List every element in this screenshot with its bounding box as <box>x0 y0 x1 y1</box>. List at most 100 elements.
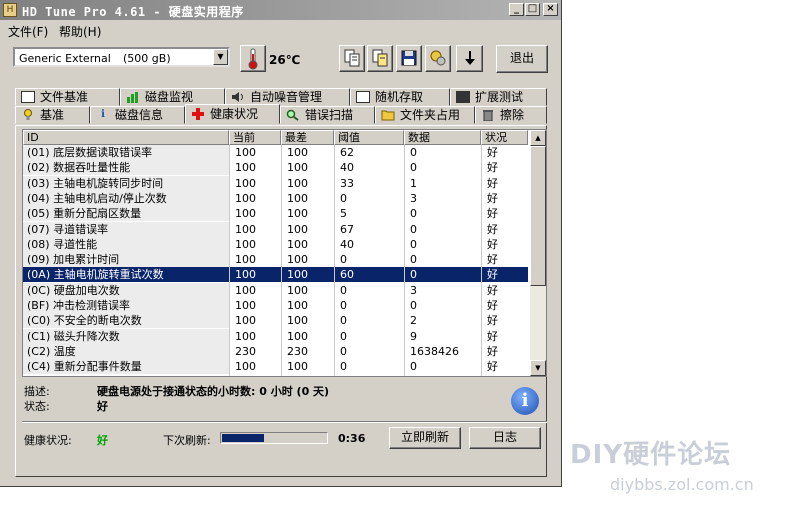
watermark-title: DIY硬件论坛 <box>570 440 732 470</box>
col-header-current[interactable]: 当前 <box>229 130 281 145</box>
table-row[interactable]: (08) 寻道性能 100 100 40 0 好 <box>23 236 528 252</box>
cell-threshold: 5 <box>340 207 347 221</box>
cell-status: 好 <box>487 207 498 221</box>
menu-help[interactable]: 帮助(H) <box>59 23 101 40</box>
table-row[interactable]: (C0) 不安全的断电次数 100 100 0 2 好 <box>23 313 528 329</box>
cell-threshold: 67 <box>340 222 354 236</box>
trash-icon <box>481 109 495 122</box>
col-header-threshold[interactable]: 阈值 <box>334 130 404 145</box>
table-row[interactable]: (01) 底层数据读取错误率 100 100 62 0 好 <box>23 145 528 160</box>
title-bar[interactable]: H HD Tune Pro 4.61 - 硬盘实用程序 _ □ × <box>0 0 561 20</box>
drive-name: Generic External <box>19 52 111 65</box>
col-header-status[interactable]: 状况 <box>481 130 528 145</box>
table-row[interactable]: (C1) 磁头升降次数 100 100 0 9 好 <box>23 328 528 344</box>
column-divider <box>404 145 405 376</box>
tab-health[interactable]: 健康状况 <box>185 104 280 124</box>
close-button[interactable]: × <box>543 3 558 16</box>
maximize-button[interactable]: □ <box>525 3 540 16</box>
scroll-down-icon[interactable]: ▼ <box>530 360 546 376</box>
tab-extra-tests[interactable]: 扩展测试 <box>450 88 547 106</box>
log-button[interactable]: 日志 <box>469 427 541 449</box>
smart-table[interactable]: ID 当前 最差 阈值 数据 状况 (01) 底层数据读取错误率 100 100 62… <box>22 129 547 377</box>
random-access-icon <box>356 91 370 103</box>
save-button[interactable] <box>396 45 422 72</box>
cell-id: (C0) 不安全的断电次数 <box>23 313 229 329</box>
tab-disk-info[interactable]: i 磁盘信息 <box>90 106 185 124</box>
cell-status: 好 <box>487 283 498 297</box>
table-row[interactable]: (09) 加电累计时间 100 100 0 0 好 <box>23 252 528 268</box>
exit-button[interactable]: 退出 <box>496 45 548 73</box>
table-row[interactable]: (07) 寻道错误率 100 100 67 0 好 <box>23 221 528 237</box>
col-header-worst[interactable]: 最差 <box>281 130 334 145</box>
cell-data: 0 <box>410 268 417 282</box>
cell-id: (C4) 重新分配事件数量 <box>23 359 229 375</box>
column-divider <box>281 145 282 376</box>
cell-data: 0 <box>410 299 417 312</box>
drive-select[interactable]: Generic External (500 gB) ▼ <box>13 47 230 67</box>
table-row[interactable]: (BF) 冲击检测错误率 100 100 0 0 好 <box>23 298 528 313</box>
chevron-down-icon[interactable]: ▼ <box>213 49 228 65</box>
cell-current: 100 <box>235 222 256 236</box>
col-header-id[interactable]: ID <box>23 130 229 145</box>
cell-status: 好 <box>487 344 498 358</box>
cell-threshold: 40 <box>340 237 354 251</box>
health-status-value: 好 <box>97 434 108 447</box>
cell-threshold: 0 <box>340 329 347 343</box>
cell-worst: 100 <box>287 360 308 374</box>
table-row[interactable]: (02) 数据吞吐量性能 100 100 40 0 好 <box>23 160 528 176</box>
cell-current: 100 <box>235 299 256 312</box>
scroll-thumb[interactable] <box>530 146 546 286</box>
table-row[interactable]: (0C) 硬盘加电次数 100 100 0 3 好 <box>23 282 528 298</box>
tab-benchmark[interactable]: 基准 <box>15 106 90 124</box>
temperature-button[interactable] <box>240 45 266 72</box>
cell-status: 好 <box>487 299 498 312</box>
vertical-scrollbar[interactable]: ▲ ▼ <box>530 130 546 376</box>
arrow-down-icon <box>464 51 475 65</box>
cell-data: 0 <box>410 222 417 236</box>
cell-status: 好 <box>487 253 498 267</box>
cell-current: 100 <box>235 191 256 205</box>
options-button[interactable] <box>425 45 451 72</box>
copy-text-button[interactable] <box>339 45 365 72</box>
info-icon[interactable]: i <box>511 387 539 415</box>
cell-data: 2 <box>410 314 417 328</box>
copy-screenshot-button[interactable] <box>367 45 393 72</box>
cell-current: 100 <box>235 360 256 374</box>
cell-current: 100 <box>235 329 256 343</box>
refresh-now-button[interactable]: 立即刷新 <box>389 427 461 449</box>
cell-id: (09) 加电累计时间 <box>23 252 229 268</box>
download-arrow-button[interactable] <box>456 45 483 72</box>
cell-current: 100 <box>235 207 256 221</box>
cell-threshold: 0 <box>340 191 347 205</box>
tab-erase[interactable]: 擦除 <box>475 106 547 124</box>
menu-file[interactable]: 文件(F) <box>8 23 48 40</box>
tab-file-benchmark[interactable]: 文件基准 <box>15 88 120 106</box>
minimize-button[interactable]: _ <box>509 3 524 16</box>
tab-error-scan[interactable]: 错误扫描 <box>280 106 375 124</box>
cell-status: 好 <box>487 191 498 205</box>
table-row[interactable]: (0A) 主轴电机旋转重试次数 100 100 60 0 好 <box>23 267 528 283</box>
column-divider <box>481 145 482 376</box>
cell-current: 100 <box>235 268 256 282</box>
cell-worst: 100 <box>287 191 308 205</box>
cell-worst: 100 <box>287 299 308 312</box>
cell-current: 100 <box>235 237 256 251</box>
cell-data: 9 <box>410 329 417 343</box>
cell-worst: 100 <box>287 146 308 159</box>
table-row[interactable]: (03) 主轴电机旋转同步时间 100 100 33 1 好 <box>23 175 528 191</box>
cell-status: 好 <box>487 237 498 251</box>
scroll-up-icon[interactable]: ▲ <box>530 130 546 146</box>
tab-random-access[interactable]: 随机存取 <box>350 88 450 106</box>
table-row[interactable]: (C4) 重新分配事件数量 100 100 0 0 好 <box>23 359 528 375</box>
table-row[interactable]: (04) 主轴电机启动/停止次数 100 100 0 3 好 <box>23 190 528 206</box>
cell-id: (C2) 温度 <box>23 343 229 359</box>
tab-folder-usage[interactable]: 文件夹占用 <box>375 106 475 124</box>
disk-monitor-icon <box>126 91 140 103</box>
cell-id: (BF) 冲击检测错误率 <box>23 298 229 313</box>
col-header-data[interactable]: 数据 <box>404 130 481 145</box>
cell-status: 好 <box>487 360 498 374</box>
table-row[interactable]: (05) 重新分配扇区数量 100 100 5 0 好 <box>23 206 528 222</box>
window-title: HD Tune Pro 4.61 - 硬盘实用程序 <box>22 5 244 19</box>
cell-current: 230 <box>235 344 256 358</box>
table-row[interactable]: (C2) 温度 230 230 0 1638426 好 <box>23 343 528 359</box>
